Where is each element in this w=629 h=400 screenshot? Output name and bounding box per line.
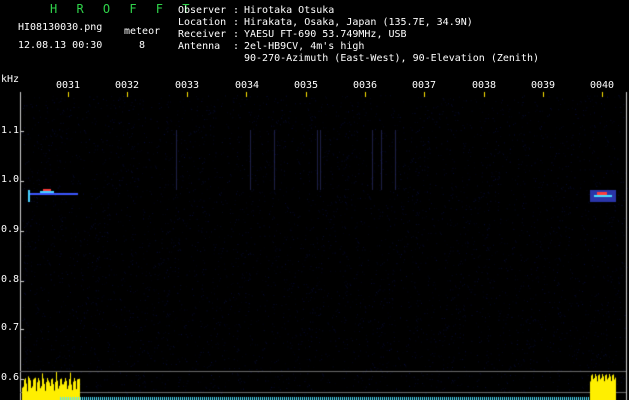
y-tick-label: 1.0 (1, 174, 20, 185)
location-colon: : (233, 17, 240, 28)
app-title: H R O F F T (50, 2, 196, 16)
y-tick-label: 0.8 (1, 274, 20, 285)
x-tick-label: 0040 (590, 80, 615, 91)
antenna-key: Antenna (178, 41, 221, 52)
x-tick-label: 0038 (472, 80, 497, 91)
receiver-value: YAESU FT-690 53.749MHz, USB (244, 29, 407, 40)
y-tick-label: 0.9 (1, 224, 20, 235)
x-tick-label: 0035 (294, 80, 319, 91)
x-tick-label: 0037 (412, 80, 437, 91)
y-tick-label: 0.7 (1, 322, 20, 333)
receiver-key: Receiver (178, 29, 227, 40)
receiver-colon: : (233, 29, 240, 40)
y-tick-label: 1.1 (1, 125, 20, 136)
observer-colon: : (233, 5, 240, 16)
x-tick-label: 0034 (235, 80, 260, 91)
x-tick-label: 0032 (115, 80, 140, 91)
observer-value: Hirotaka Otsuka (244, 5, 335, 16)
observer-key: Observer (178, 5, 227, 16)
antenna-value: 2el-HB9CV, 4m's high (244, 41, 365, 52)
location-key: Location (178, 17, 227, 28)
x-tick-label: 0039 (531, 80, 556, 91)
meteor-label: meteor (124, 26, 161, 37)
x-tick-label: 0036 (353, 80, 378, 91)
y-tick-label: 0.6 (1, 372, 20, 383)
y-axis-unit: kHz (1, 74, 20, 85)
image-filename: HI08130030.png (18, 22, 103, 33)
meteor-count: 8 (139, 40, 146, 51)
location-value: Hirakata, Osaka, Japan (135.7E, 34.9N) (244, 17, 473, 28)
x-tick-label: 0033 (175, 80, 200, 91)
capture-datetime: 12.08.13 00:30 (18, 40, 103, 51)
x-tick-label: 0031 (56, 80, 81, 91)
antenna-colon: : (233, 41, 240, 52)
antenna-direction: 90-270-Azimuth (East-West), 90-Elevation… (244, 53, 540, 64)
